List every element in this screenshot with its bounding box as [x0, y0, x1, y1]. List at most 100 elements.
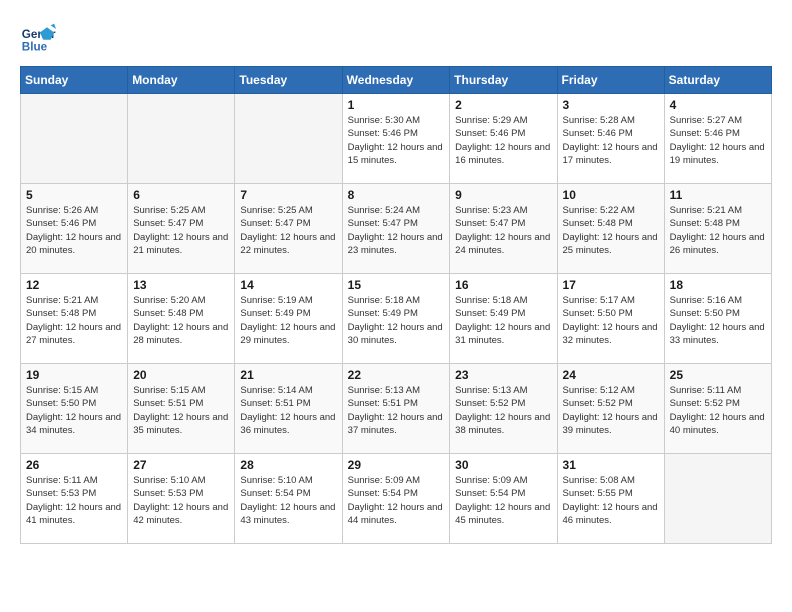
weekday-header-wednesday: Wednesday	[342, 67, 450, 94]
day-number: 11	[670, 188, 766, 202]
day-info: Sunrise: 5:30 AMSunset: 5:46 PMDaylight:…	[348, 114, 445, 167]
day-info: Sunrise: 5:19 AMSunset: 5:49 PMDaylight:…	[240, 294, 336, 347]
day-number: 23	[455, 368, 551, 382]
day-info: Sunrise: 5:27 AMSunset: 5:46 PMDaylight:…	[670, 114, 766, 167]
week-row-5: 26 Sunrise: 5:11 AMSunset: 5:53 PMDayligh…	[21, 454, 772, 544]
day-number: 25	[670, 368, 766, 382]
svg-text:Blue: Blue	[22, 41, 48, 54]
day-info: Sunrise: 5:17 AMSunset: 5:50 PMDaylight:…	[563, 294, 659, 347]
day-number: 18	[670, 278, 766, 292]
calendar-cell: 18 Sunrise: 5:16 AMSunset: 5:50 PMDayligh…	[664, 274, 771, 364]
calendar-cell: 27 Sunrise: 5:10 AMSunset: 5:53 PMDayligh…	[128, 454, 235, 544]
calendar-cell: 2 Sunrise: 5:29 AMSunset: 5:46 PMDaylight…	[450, 94, 557, 184]
calendar-cell: 16 Sunrise: 5:18 AMSunset: 5:49 PMDayligh…	[450, 274, 557, 364]
day-info: Sunrise: 5:11 AMSunset: 5:53 PMDaylight:…	[26, 474, 122, 527]
day-number: 16	[455, 278, 551, 292]
day-info: Sunrise: 5:13 AMSunset: 5:52 PMDaylight:…	[455, 384, 551, 437]
day-info: Sunrise: 5:10 AMSunset: 5:53 PMDaylight:…	[133, 474, 229, 527]
calendar-cell: 28 Sunrise: 5:10 AMSunset: 5:54 PMDayligh…	[235, 454, 342, 544]
day-info: Sunrise: 5:18 AMSunset: 5:49 PMDaylight:…	[455, 294, 551, 347]
calendar-cell	[664, 454, 771, 544]
day-info: Sunrise: 5:25 AMSunset: 5:47 PMDaylight:…	[240, 204, 336, 257]
weekday-header-friday: Friday	[557, 67, 664, 94]
calendar-cell: 5 Sunrise: 5:26 AMSunset: 5:46 PMDaylight…	[21, 184, 128, 274]
day-info: Sunrise: 5:10 AMSunset: 5:54 PMDaylight:…	[240, 474, 336, 527]
day-number: 27	[133, 458, 229, 472]
day-info: Sunrise: 5:23 AMSunset: 5:47 PMDaylight:…	[455, 204, 551, 257]
day-number: 21	[240, 368, 336, 382]
day-info: Sunrise: 5:26 AMSunset: 5:46 PMDaylight:…	[26, 204, 122, 257]
day-info: Sunrise: 5:29 AMSunset: 5:46 PMDaylight:…	[455, 114, 551, 167]
day-number: 29	[348, 458, 445, 472]
day-number: 26	[26, 458, 122, 472]
calendar-cell: 14Sunrise: 5:19 AMSunset: 5:49 PMDayligh…	[235, 274, 342, 364]
calendar-cell: 7 Sunrise: 5:25 AMSunset: 5:47 PMDaylight…	[235, 184, 342, 274]
day-number: 20	[133, 368, 229, 382]
logo-icon: General Blue	[20, 20, 56, 56]
day-number: 30	[455, 458, 551, 472]
day-number: 28	[240, 458, 336, 472]
calendar-cell: 23 Sunrise: 5:13 AMSunset: 5:52 PMDayligh…	[450, 364, 557, 454]
day-info: Sunrise: 5:08 AMSunset: 5:55 PMDaylight:…	[563, 474, 659, 527]
day-info: Sunrise: 5:21 AMSunset: 5:48 PMDaylight:…	[670, 204, 766, 257]
calendar-cell: 9 Sunrise: 5:23 AMSunset: 5:47 PMDaylight…	[450, 184, 557, 274]
day-info: Sunrise: 5:24 AMSunset: 5:47 PMDaylight:…	[348, 204, 445, 257]
day-number: 6	[133, 188, 229, 202]
calendar-cell: 20Sunrise: 5:15 AMSunset: 5:51 PMDayligh…	[128, 364, 235, 454]
day-info: Sunrise: 5:14 AMSunset: 5:51 PMDaylight:…	[240, 384, 336, 437]
day-info: Sunrise: 5:09 AMSunset: 5:54 PMDaylight:…	[348, 474, 445, 527]
day-number: 9	[455, 188, 551, 202]
day-info: Sunrise: 5:21 AMSunset: 5:48 PMDaylight:…	[26, 294, 122, 347]
calendar-cell	[21, 94, 128, 184]
day-number: 8	[348, 188, 445, 202]
calendar-cell: 31 Sunrise: 5:08 AMSunset: 5:55 PMDayligh…	[557, 454, 664, 544]
calendar-cell: 19Sunrise: 5:15 AMSunset: 5:50 PMDayligh…	[21, 364, 128, 454]
day-info: Sunrise: 5:16 AMSunset: 5:50 PMDaylight:…	[670, 294, 766, 347]
day-info: Sunrise: 5:18 AMSunset: 5:49 PMDaylight:…	[348, 294, 445, 347]
day-number: 12	[26, 278, 122, 292]
day-number: 15	[348, 278, 445, 292]
calendar-cell	[235, 94, 342, 184]
calendar-cell: 12 Sunrise: 5:21 AMSunset: 5:48 PMDayligh…	[21, 274, 128, 364]
day-info: Sunrise: 5:25 AMSunset: 5:47 PMDaylight:…	[133, 204, 229, 257]
week-row-2: 5 Sunrise: 5:26 AMSunset: 5:46 PMDaylight…	[21, 184, 772, 274]
weekday-header-tuesday: Tuesday	[235, 67, 342, 94]
calendar-cell: 24 Sunrise: 5:12 AMSunset: 5:52 PMDayligh…	[557, 364, 664, 454]
day-number: 24	[563, 368, 659, 382]
day-number: 22	[348, 368, 445, 382]
day-number: 13	[133, 278, 229, 292]
week-row-4: 19Sunrise: 5:15 AMSunset: 5:50 PMDayligh…	[21, 364, 772, 454]
day-number: 2	[455, 98, 551, 112]
calendar-cell: 8 Sunrise: 5:24 AMSunset: 5:47 PMDaylight…	[342, 184, 450, 274]
day-number: 4	[670, 98, 766, 112]
day-number: 7	[240, 188, 336, 202]
day-number: 3	[563, 98, 659, 112]
day-info: Sunrise: 5:12 AMSunset: 5:52 PMDaylight:…	[563, 384, 659, 437]
calendar-cell: 6 Sunrise: 5:25 AMSunset: 5:47 PMDaylight…	[128, 184, 235, 274]
day-info: Sunrise: 5:22 AMSunset: 5:48 PMDaylight:…	[563, 204, 659, 257]
day-number: 1	[348, 98, 445, 112]
calendar-cell: 4 Sunrise: 5:27 AMSunset: 5:46 PMDaylight…	[664, 94, 771, 184]
weekday-header-thursday: Thursday	[450, 67, 557, 94]
calendar-cell: 1 Sunrise: 5:30 AMSunset: 5:46 PMDaylight…	[342, 94, 450, 184]
day-info: Sunrise: 5:13 AMSunset: 5:51 PMDaylight:…	[348, 384, 445, 437]
calendar-cell: 29 Sunrise: 5:09 AMSunset: 5:54 PMDayligh…	[342, 454, 450, 544]
calendar-table: SundayMondayTuesdayWednesdayThursdayFrid…	[20, 66, 772, 544]
calendar-cell: 3 Sunrise: 5:28 AMSunset: 5:46 PMDaylight…	[557, 94, 664, 184]
day-info: Sunrise: 5:28 AMSunset: 5:46 PMDaylight:…	[563, 114, 659, 167]
week-row-3: 12 Sunrise: 5:21 AMSunset: 5:48 PMDayligh…	[21, 274, 772, 364]
calendar-cell: 22 Sunrise: 5:13 AMSunset: 5:51 PMDayligh…	[342, 364, 450, 454]
logo: General Blue	[20, 20, 56, 56]
calendar-cell: 26 Sunrise: 5:11 AMSunset: 5:53 PMDayligh…	[21, 454, 128, 544]
week-row-1: 1 Sunrise: 5:30 AMSunset: 5:46 PMDaylight…	[21, 94, 772, 184]
calendar-cell: 21 Sunrise: 5:14 AMSunset: 5:51 PMDayligh…	[235, 364, 342, 454]
day-number: 31	[563, 458, 659, 472]
calendar-cell: 15 Sunrise: 5:18 AMSunset: 5:49 PMDayligh…	[342, 274, 450, 364]
calendar-cell: 25Sunrise: 5:11 AMSunset: 5:52 PMDayligh…	[664, 364, 771, 454]
weekday-header-row: SundayMondayTuesdayWednesdayThursdayFrid…	[21, 67, 772, 94]
calendar-cell	[128, 94, 235, 184]
day-info: Sunrise: 5:09 AMSunset: 5:54 PMDaylight:…	[455, 474, 551, 527]
day-number: 10	[563, 188, 659, 202]
day-number: 17	[563, 278, 659, 292]
day-number: 5	[26, 188, 122, 202]
